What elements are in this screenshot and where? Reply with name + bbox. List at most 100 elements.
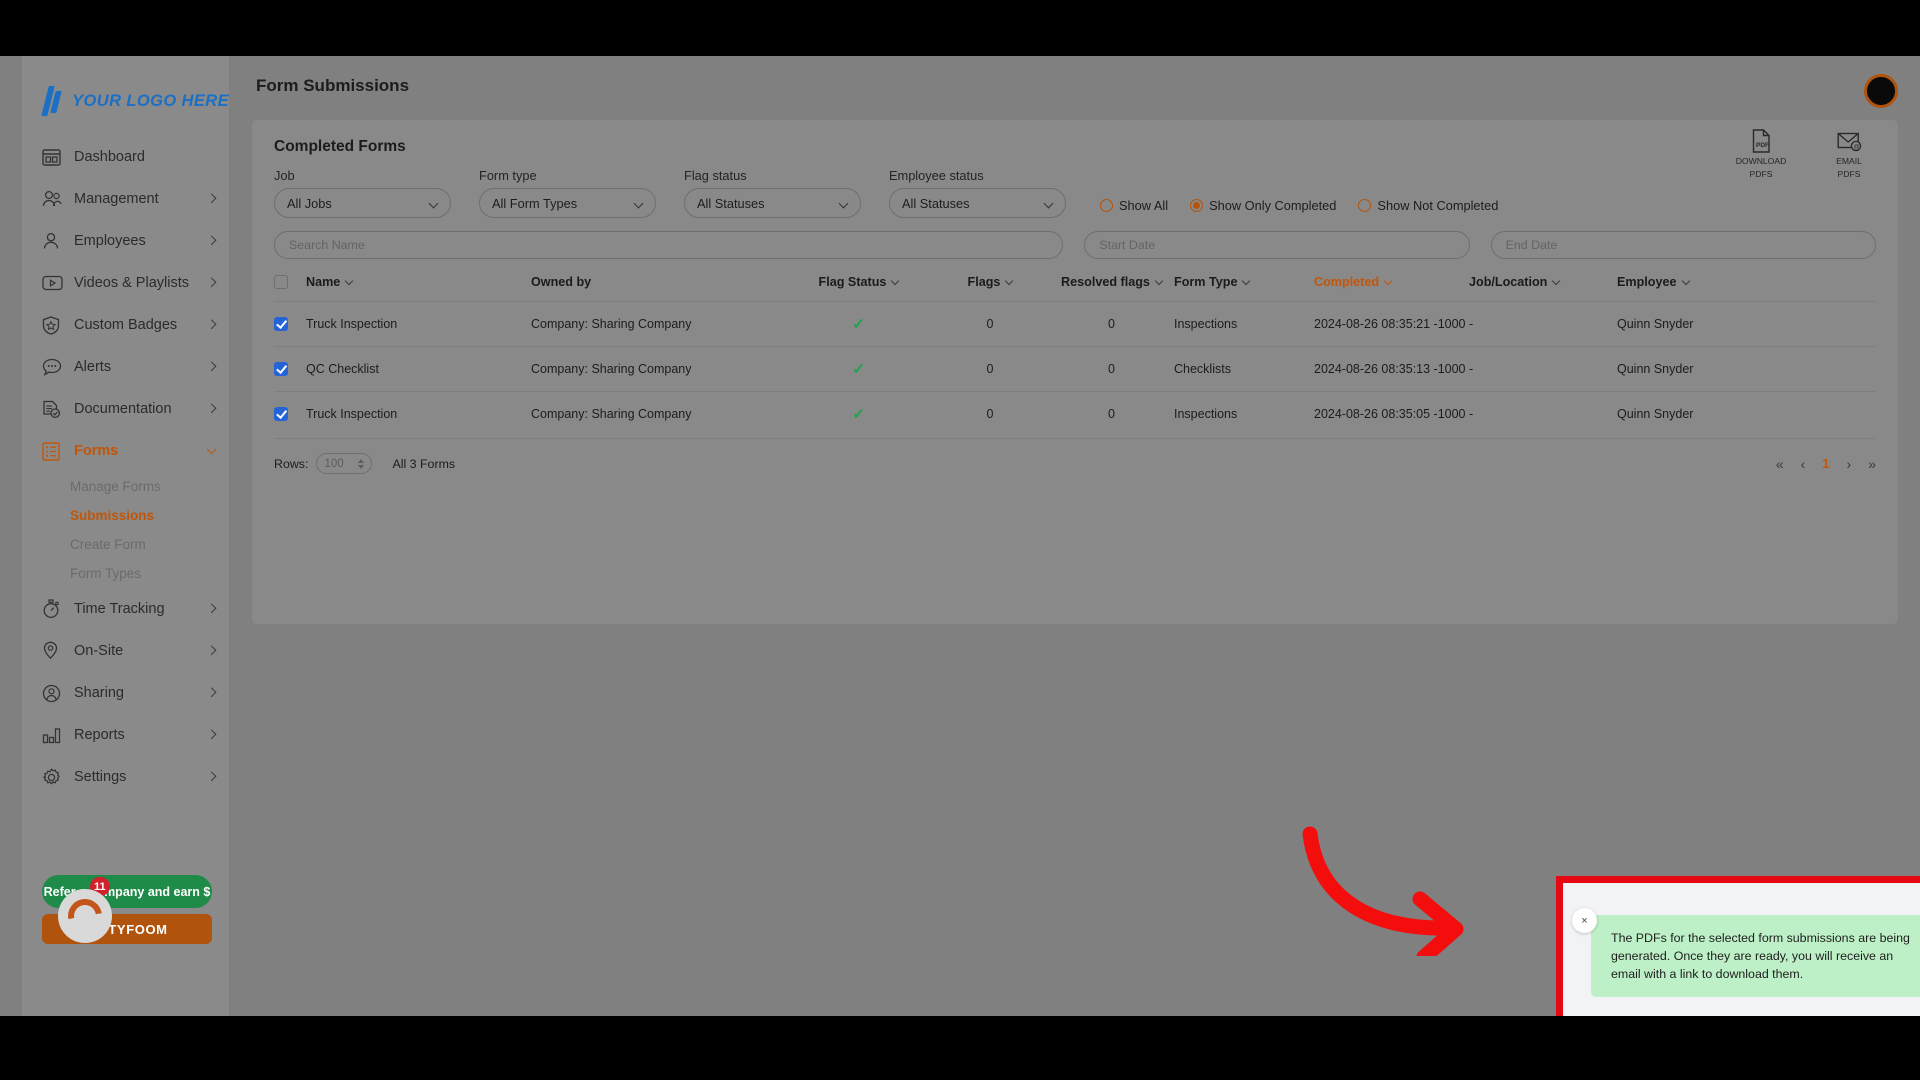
video-icon: [42, 272, 68, 294]
email-pdfs-button[interactable]: @ EMAIL PDFS: [1818, 128, 1880, 180]
download-pdfs-button[interactable]: PDF DOWNLOAD PDFS: [1730, 128, 1792, 180]
sidebar-item-custom-badges[interactable]: Custom Badges: [22, 304, 229, 346]
table-row[interactable]: Truck Inspection Company: Sharing Compan…: [274, 301, 1876, 347]
job-select[interactable]: All Jobs: [274, 188, 451, 218]
svg-text:PDF: PDF: [1756, 142, 1769, 149]
sidebar-item-videos-playlists[interactable]: Videos & Playlists: [22, 262, 229, 304]
sidebar-subitem-label: Submissions: [70, 508, 155, 523]
end-date-input[interactable]: End Date: [1490, 231, 1876, 259]
sidebar-item-label: On-Site: [74, 643, 124, 659]
select-all-checkbox[interactable]: [274, 275, 288, 289]
sidebar-item-documentation[interactable]: Documentation: [22, 388, 229, 430]
pdf-file-icon: PDF: [1730, 128, 1792, 154]
sidebar-item-label: Videos & Playlists: [74, 275, 189, 291]
radio-show-only-completed[interactable]: Show Only Completed: [1190, 198, 1336, 213]
submissions-table: Name Owned by Flag Status Flags Resolved…: [274, 275, 1876, 436]
row-checkbox-cell: [274, 346, 306, 392]
cell-resolved-flags: 0: [1049, 346, 1174, 392]
chat-widget-spiral-icon[interactable]: [58, 889, 112, 943]
sidebar-subitem-submissions[interactable]: Submissions: [22, 501, 229, 530]
first-page-button[interactable]: «: [1776, 456, 1784, 472]
sidebar-subitem-form-types[interactable]: Form Types: [22, 559, 229, 588]
rows-label: Rows:: [274, 456, 309, 471]
people-icon: [42, 188, 68, 210]
col-owned-by: Owned by: [531, 275, 786, 302]
filter-job: Job All Jobs: [274, 168, 451, 218]
person-icon: [42, 230, 68, 252]
completed-forms-card: Completed Forms PDF DOWNLOAD PDFS @ EMAI…: [252, 120, 1898, 624]
cell-job-location: -: [1469, 391, 1617, 436]
last-page-button[interactable]: »: [1868, 456, 1876, 472]
employee-status-select-value: All Statuses: [902, 195, 970, 211]
flag-status-select-value: All Statuses: [697, 195, 765, 211]
sidebar-item-management[interactable]: Management: [22, 178, 229, 220]
row-checkbox[interactable]: [274, 362, 288, 376]
sidebar-item-alerts[interactable]: Alerts: [22, 346, 229, 388]
cell-flags: 0: [931, 391, 1049, 436]
col-completed[interactable]: Completed: [1314, 275, 1469, 302]
cell-completed: 2024-08-26 08:35:21 -1000: [1314, 301, 1469, 347]
avatar[interactable]: [1864, 74, 1898, 108]
sidebar-item-forms[interactable]: Forms: [22, 430, 229, 472]
table-row[interactable]: QC Checklist Company: Sharing Company ✓ …: [274, 346, 1876, 392]
row-checkbox[interactable]: [274, 407, 288, 421]
sidebar-item-label: Dashboard: [74, 149, 145, 165]
close-icon[interactable]: ×: [1572, 908, 1597, 933]
cell-form-type: Inspections: [1174, 391, 1314, 436]
col-flags[interactable]: Flags: [931, 275, 1049, 302]
sidebar-item-dashboard[interactable]: Dashboard: [22, 136, 229, 178]
start-date-input[interactable]: Start Date: [1084, 231, 1470, 259]
download-pdfs-label-1: DOWNLOAD: [1735, 156, 1787, 166]
cell-completed: 2024-08-26 08:35:13 -1000: [1314, 346, 1469, 392]
radio-show-all[interactable]: Show All: [1100, 198, 1168, 213]
radio-show-not-completed[interactable]: Show Not Completed: [1358, 198, 1498, 213]
rows-per-page-stepper[interactable]: 100: [316, 453, 373, 474]
chevron-right-icon: [206, 235, 217, 246]
table-row[interactable]: Truck Inspection Company: Sharing Compan…: [274, 391, 1876, 436]
sidebar-subitem-manage-forms[interactable]: Manage Forms: [22, 472, 229, 501]
rows-per-page-value: 100: [324, 457, 344, 470]
cell-employee: Quinn Snyder: [1617, 391, 1876, 436]
search-input[interactable]: Search Name: [274, 231, 1064, 259]
next-page-button[interactable]: ›: [1847, 456, 1852, 472]
cell-flags: 0: [931, 346, 1049, 392]
page-title: Form Submissions: [256, 76, 410, 95]
chevron-right-icon: [206, 361, 217, 372]
col-form-type[interactable]: Form Type: [1174, 275, 1314, 302]
col-job-location[interactable]: Job/Location: [1469, 275, 1617, 302]
row-checkbox[interactable]: [274, 317, 288, 331]
page-number-1[interactable]: 1: [1822, 456, 1829, 471]
app-logo[interactable]: YOUR LOGO HERE: [22, 56, 229, 116]
chevron-down-icon: [206, 444, 217, 455]
chevron-right-icon: [206, 403, 217, 414]
sidebar-item-time-tracking[interactable]: Time Tracking: [22, 588, 229, 630]
col-name[interactable]: Name: [306, 275, 531, 302]
sidebar-subitem-create-form[interactable]: Create Form: [22, 530, 229, 559]
sidebar-item-employees[interactable]: Employees: [22, 220, 229, 262]
sidebar-item-label: Reports: [74, 727, 125, 743]
employee-status-select[interactable]: All Statuses: [889, 188, 1066, 218]
email-pdfs-label-2: PDFS: [1837, 169, 1861, 179]
sidebar-item-sharing[interactable]: Sharing: [22, 672, 229, 714]
form-type-select[interactable]: All Form Types: [479, 188, 656, 218]
chevron-down-icon: [633, 198, 644, 209]
chevron-down-icon: [345, 276, 354, 286]
flag-status-select[interactable]: All Statuses: [684, 188, 861, 218]
col-flag-status[interactable]: Flag Status: [786, 275, 931, 302]
sidebar-item-settings[interactable]: Settings: [22, 756, 229, 798]
col-employee[interactable]: Employee: [1617, 275, 1876, 302]
sidebar-promo: Refer a company and earn $ 11 TYFOOM: [42, 875, 212, 944]
col-resolved-flags[interactable]: Resolved flags: [1049, 275, 1174, 302]
sidebar-item-on-site[interactable]: On-Site: [22, 630, 229, 672]
col-employee-label: Employee: [1617, 275, 1677, 289]
cell-completed: 2024-08-26 08:35:05 -1000: [1314, 391, 1469, 436]
sidebar-item-label: Alerts: [74, 359, 112, 375]
cell-form-type: Inspections: [1174, 301, 1314, 347]
completion-filter-radios: Show All Show Only Completed Show Not Co…: [1100, 198, 1498, 218]
pdf-actions: PDF DOWNLOAD PDFS @ EMAIL PDFS: [1730, 128, 1880, 180]
chevron-down-icon: [428, 198, 439, 209]
chevron-right-icon: [206, 277, 217, 288]
forms-count-text: All 3 Forms: [392, 456, 456, 471]
prev-page-button[interactable]: ‹: [1801, 456, 1806, 472]
sidebar-item-reports[interactable]: Reports: [22, 714, 229, 756]
